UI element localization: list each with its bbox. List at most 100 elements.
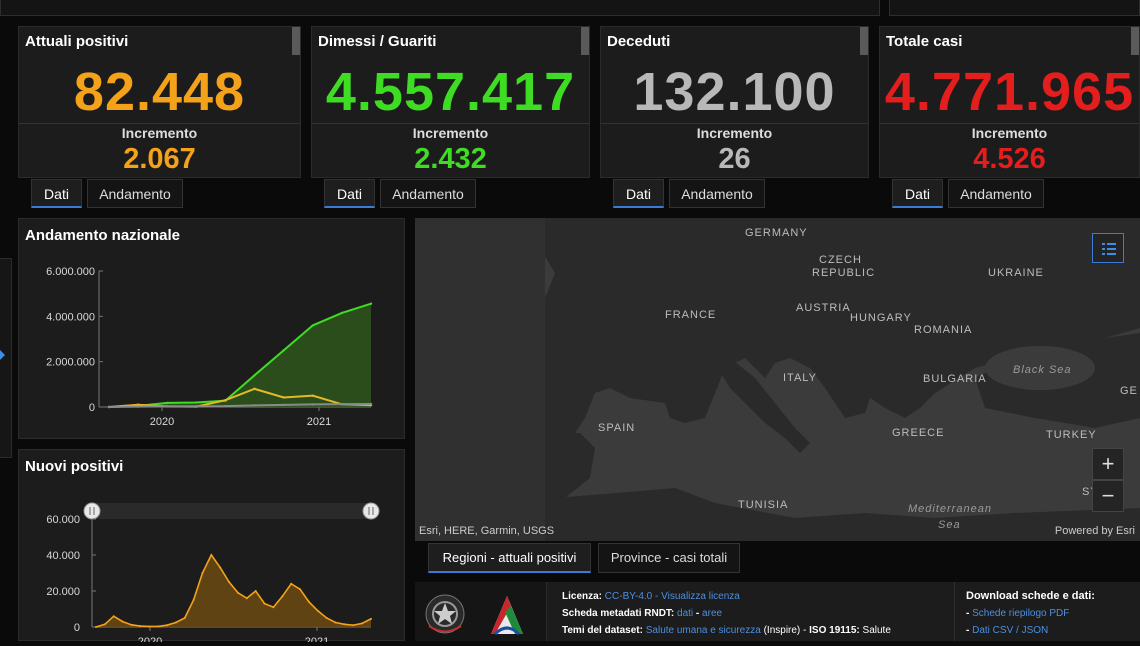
range-slider-handle-left[interactable] xyxy=(83,502,101,520)
data-point xyxy=(195,401,198,404)
card-dimessi-guariti: Dimessi / Guariti 4.557.417 Incremento 2… xyxy=(311,26,590,178)
zoom-out-button[interactable]: − xyxy=(1092,480,1124,512)
data-point xyxy=(103,623,106,626)
legend-list-button[interactable] xyxy=(1092,233,1124,263)
data-point xyxy=(272,606,275,609)
tab-dati[interactable]: Dati xyxy=(31,179,82,208)
data-point xyxy=(183,617,186,619)
view-license-link[interactable]: Visualizza licenza xyxy=(661,591,740,602)
tab-dati[interactable]: Dati xyxy=(892,179,943,208)
map-label: GERMANY xyxy=(745,227,808,239)
map-label: ITALY xyxy=(783,372,817,384)
card-divider xyxy=(601,123,868,124)
national-trend-chart: 0 2.000.000 4.000.000 6.000.000 2020 2021 xyxy=(46,266,373,428)
data-point xyxy=(299,588,302,591)
top-bar-left-panel xyxy=(0,0,880,16)
map-label: GREECE xyxy=(892,427,945,439)
data-point xyxy=(282,349,285,352)
license-link[interactable]: CC-BY-4.0 xyxy=(605,591,652,602)
card-divider xyxy=(880,123,1139,124)
card-increment-value: 4.526 xyxy=(973,143,1046,175)
data-point xyxy=(340,311,344,315)
data-point xyxy=(254,590,257,592)
data-point xyxy=(228,581,231,583)
metadata-areas-link[interactable]: aree xyxy=(702,608,722,619)
card-scrollbar[interactable] xyxy=(1131,27,1139,55)
data-point xyxy=(224,404,227,408)
data-point xyxy=(325,617,328,619)
data-point xyxy=(148,625,151,628)
pdf-download-link[interactable]: Schede riepilogo PDF xyxy=(972,608,1069,619)
top-bar-right-panel xyxy=(889,0,1140,16)
tab-andamento[interactable]: Andamento xyxy=(948,179,1044,208)
card-scrollbar[interactable] xyxy=(860,27,868,55)
tab-regioni[interactable]: Regioni - attuali positivi xyxy=(428,543,591,573)
national-trend-panel: Andamento nazionale 0 2.000.000 4.000.000 6… xyxy=(18,218,405,439)
tab-dati[interactable]: Dati xyxy=(613,179,664,208)
data-point xyxy=(282,403,285,407)
map-label: UKRAINE xyxy=(988,267,1044,279)
card-increment-value: 26 xyxy=(718,143,751,175)
data-point xyxy=(253,404,256,407)
tab-andamento[interactable]: Andamento xyxy=(87,179,183,208)
data-point xyxy=(281,595,284,598)
card-deceduti: Deceduti 132.100 Incremento 26 xyxy=(600,26,869,178)
x-tick-label: 2020 xyxy=(138,636,162,642)
card-scrollbar[interactable] xyxy=(581,27,589,55)
data-point xyxy=(224,399,227,402)
card-value: 4.557.417 xyxy=(325,62,576,122)
series-area xyxy=(109,303,371,407)
data-point xyxy=(311,394,314,397)
data-point xyxy=(95,626,97,628)
expand-arrow-icon[interactable] xyxy=(0,350,5,360)
themes-link[interactable]: Salute umana e sicurezza xyxy=(646,625,761,636)
card-title: Dimessi / Guariti xyxy=(318,33,437,50)
range-slider-handle-right[interactable] xyxy=(362,502,380,520)
data-point xyxy=(192,599,195,601)
tab-province[interactable]: Province - casi totali xyxy=(598,543,740,573)
powered-by-esri[interactable]: Powered by Esri xyxy=(1055,525,1135,537)
logos-graphic xyxy=(425,594,523,636)
new-positives-chart: 0 20.000 40.000 60.000 2020 2021 xyxy=(46,502,380,642)
data-point xyxy=(195,405,198,408)
zoom-in-button[interactable]: + xyxy=(1092,448,1124,480)
data-point xyxy=(136,405,140,408)
card-title: Deceduti xyxy=(607,33,671,50)
data-point xyxy=(369,402,373,406)
x-tick-label: 2021 xyxy=(307,416,331,428)
card-divider xyxy=(312,123,589,124)
tab-andamento[interactable]: Andamento xyxy=(380,179,476,208)
card-value: 132.100 xyxy=(633,62,836,122)
map-view[interactable]: GERMANY CZECH REPUBLIC UKRAINE FRANCE AU… xyxy=(415,218,1140,541)
map-sea-label: Black Sea xyxy=(1013,364,1072,376)
card-totale-casi: Totale casi 4.771.965 Incremento 4.526 xyxy=(879,26,1140,178)
new-positives-panel: Nuovi positivi 0 20.000 40.000 60.000 2020 20… xyxy=(18,449,405,642)
y-tick-label: 0 xyxy=(74,622,80,634)
download-pdf-line: - Schede riepilogo PDF xyxy=(966,608,1070,619)
map-label: SPAIN xyxy=(598,422,636,434)
list-icon xyxy=(1102,243,1116,255)
data-point xyxy=(263,602,266,605)
y-tick-label: 0 xyxy=(89,402,95,414)
data-point xyxy=(139,625,142,628)
data-point xyxy=(210,554,213,556)
tab-dati[interactable]: Dati xyxy=(324,179,375,208)
map-attribution: Esri, HERE, Garmin, USGS xyxy=(419,525,555,537)
map-label: TURKEY xyxy=(1046,429,1097,441)
download-csv-line: - Dati CSV / JSON xyxy=(966,625,1049,636)
card-attuali-positivi: Attuali positivi 82.448 Incremento 2.067 xyxy=(18,26,301,178)
side-panel-handle[interactable] xyxy=(0,258,12,458)
footer-panel: Licenza: CC-BY-4.0 - Visualizza licenza … xyxy=(415,582,1140,641)
data-point xyxy=(166,401,169,405)
card-divider xyxy=(19,123,300,124)
map-label: REPUBLIC xyxy=(812,267,876,279)
data-point xyxy=(290,582,293,585)
top-bar xyxy=(0,0,1140,16)
card-scrollbar[interactable] xyxy=(292,27,300,55)
map-sea-label: Mediterranean xyxy=(908,503,992,515)
italian-republic-emblem-icon xyxy=(425,594,465,634)
map-label: ROMANIA xyxy=(914,324,973,336)
tab-andamento[interactable]: Andamento xyxy=(669,179,765,208)
metadata-data-link[interactable]: dati xyxy=(677,608,693,619)
csv-json-download-link[interactable]: Dati CSV / JSON xyxy=(972,625,1048,636)
